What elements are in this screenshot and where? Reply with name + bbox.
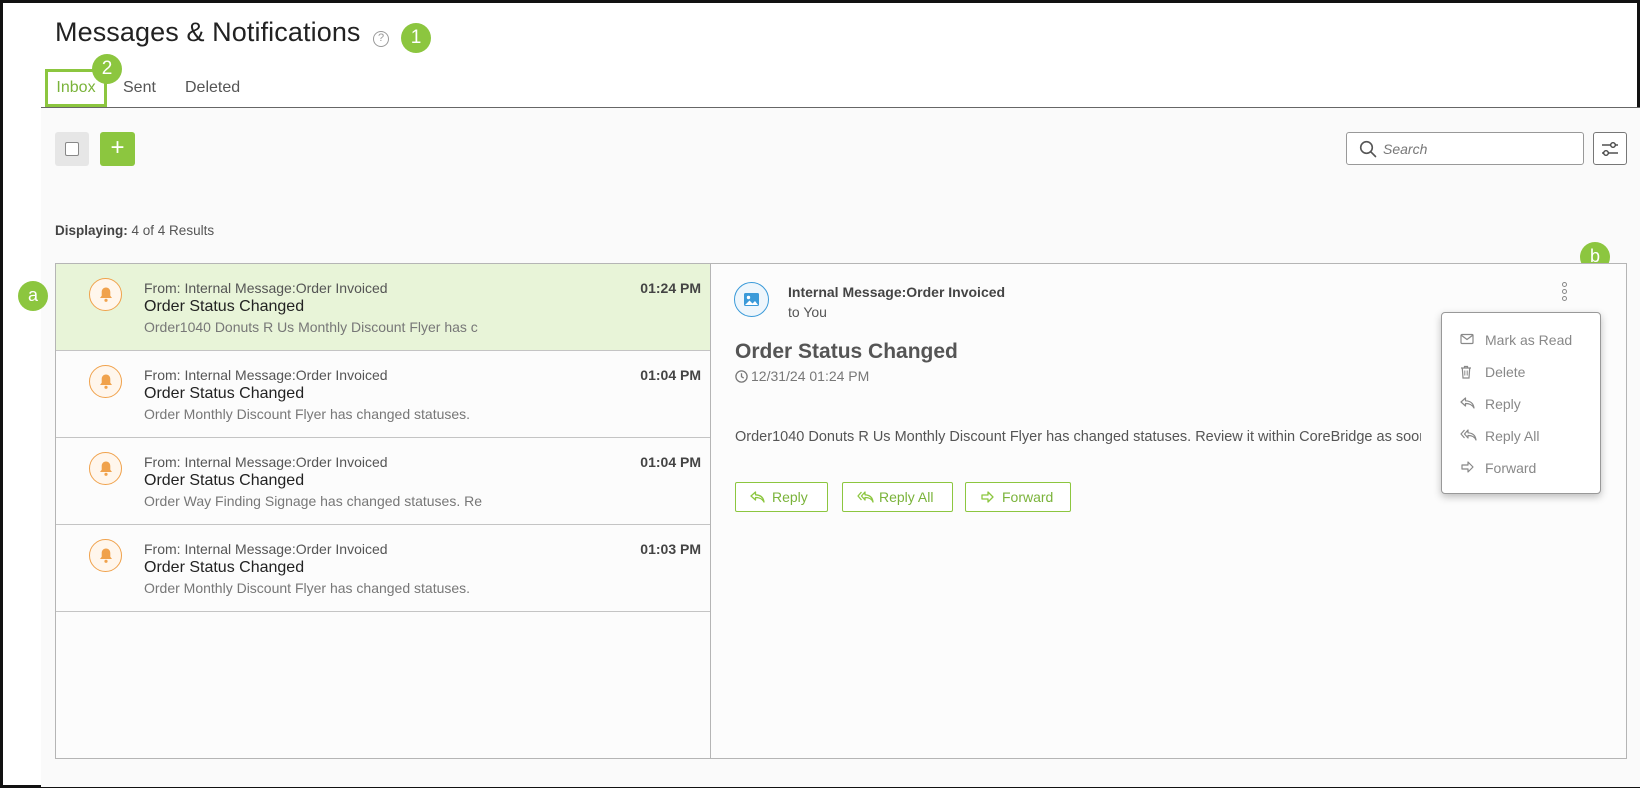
message-sender: From: Internal Message:Order Invoiced — [144, 280, 388, 296]
message-time: 01:03 PM — [640, 541, 701, 557]
message-subject: Order Status Changed — [144, 559, 305, 576]
reply-button-label: Reply — [772, 489, 808, 505]
detail-date-text: 12/31/24 01:24 PM — [751, 368, 870, 384]
search-icon — [1359, 140, 1377, 158]
message-time: 01:04 PM — [640, 367, 701, 383]
message-preview: Order Monthly Discount Flyer has changed… — [144, 580, 471, 596]
results-label: Displaying: — [55, 223, 128, 238]
message-subject: Order Status Changed — [144, 298, 305, 315]
app-frame: Messages & Notifications ? 1 Inbox Sent … — [0, 0, 1640, 788]
search-input[interactable] — [1383, 133, 1578, 164]
message-row[interactable]: From: Internal Message:Order Invoiced Or… — [56, 438, 710, 525]
question-circle-icon[interactable]: ? — [373, 31, 389, 47]
more-options-icon[interactable] — [1558, 282, 1570, 304]
results-value: 4 of 4 Results — [131, 223, 215, 238]
page-title: Messages & Notifications — [55, 17, 361, 47]
bell-icon — [89, 365, 122, 398]
detail-subject: Order Status Changed — [735, 340, 958, 363]
tab-divider — [41, 107, 1640, 108]
plus-icon: + — [110, 134, 125, 161]
bell-icon — [89, 278, 122, 311]
message-time: 01:24 PM — [640, 280, 701, 296]
message-preview: Order1040 Donuts R Us Monthly Discount F… — [144, 319, 478, 335]
image-icon — [734, 282, 769, 317]
sliders-icon — [1602, 142, 1618, 156]
message-preview: Order Way Finding Signage has changed st… — [144, 493, 483, 509]
reply-all-icon — [857, 491, 874, 503]
menu-reply-all[interactable]: Reply All — [1442, 421, 1600, 451]
new-message-button[interactable]: + — [100, 132, 135, 166]
callout-badge-1: 1 — [401, 23, 431, 53]
menu-reply[interactable]: Reply — [1442, 389, 1600, 419]
message-sender: From: Internal Message:Order Invoiced — [144, 454, 388, 470]
menu-delete[interactable]: Delete — [1442, 357, 1600, 387]
message-subject: Order Status Changed — [144, 385, 305, 402]
reply-all-icon — [1460, 429, 1477, 441]
message-time: 01:04 PM — [640, 454, 701, 470]
tab-sent[interactable]: Sent — [123, 69, 156, 107]
tab-deleted[interactable]: Deleted — [185, 69, 240, 107]
callout-badge-a: a — [18, 281, 48, 311]
detail-recipient: to You — [788, 304, 827, 320]
menu-mark-as-read-label: Mark as Read — [1485, 332, 1573, 348]
message-preview: Order Monthly Discount Flyer has changed… — [144, 406, 471, 422]
results-count: Displaying: 4 of 4 Results — [55, 223, 214, 238]
bell-icon — [89, 452, 122, 485]
detail-date: 12/31/24 01:24 PM — [735, 368, 869, 384]
reply-icon — [750, 491, 765, 503]
reply-button[interactable]: Reply — [735, 482, 828, 512]
reply-icon — [1460, 397, 1475, 409]
trash-icon — [1461, 365, 1471, 379]
detail-sender: Internal Message:Order Invoiced — [788, 284, 1006, 300]
select-all-checkbox-wrap[interactable] — [55, 132, 89, 166]
bell-icon — [89, 539, 122, 572]
reply-all-button[interactable]: Reply All — [842, 482, 953, 512]
message-row[interactable]: From: Internal Message:Order Invoiced Or… — [56, 525, 710, 612]
callout-badge-2: 2 — [92, 54, 122, 84]
forward-button-label: Forward — [1002, 489, 1054, 505]
detail-body: Order1040 Donuts R Us Monthly Discount F… — [735, 429, 1421, 445]
message-sender: From: Internal Message:Order Invoiced — [144, 367, 388, 383]
message-actions-menu: Mark as Read Delete Reply Reply All Forw… — [1441, 312, 1601, 494]
forward-button[interactable]: Forward — [965, 482, 1071, 512]
messages-panel: From: Internal Message:Order Invoiced Or… — [55, 263, 1627, 759]
select-all-checkbox[interactable] — [65, 142, 79, 156]
menu-mark-as-read[interactable]: Mark as Read — [1442, 325, 1600, 355]
message-row[interactable]: From: Internal Message:Order Invoiced Or… — [56, 351, 710, 438]
message-list: From: Internal Message:Order Invoiced Or… — [56, 264, 711, 758]
reply-all-button-label: Reply All — [879, 489, 934, 505]
menu-forward[interactable]: Forward — [1442, 453, 1600, 483]
envelope-icon — [1460, 333, 1474, 345]
menu-reply-label: Reply — [1485, 396, 1521, 412]
clock-icon — [735, 370, 748, 383]
forward-icon — [981, 491, 994, 503]
message-row[interactable]: From: Internal Message:Order Invoiced Or… — [56, 264, 710, 351]
menu-forward-label: Forward — [1485, 460, 1537, 476]
menu-reply-all-label: Reply All — [1485, 428, 1540, 444]
menu-delete-label: Delete — [1485, 364, 1526, 380]
forward-icon — [1461, 461, 1474, 473]
filter-button[interactable] — [1593, 132, 1627, 165]
search-field[interactable] — [1346, 132, 1584, 165]
message-subject: Order Status Changed — [144, 472, 305, 489]
message-sender: From: Internal Message:Order Invoiced — [144, 541, 388, 557]
